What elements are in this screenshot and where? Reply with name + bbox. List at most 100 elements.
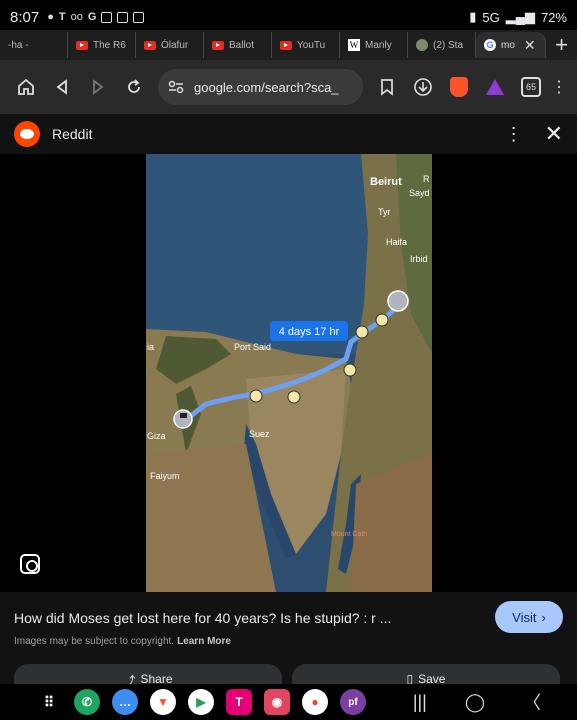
rewards-triangle-icon: [486, 79, 504, 95]
map-image[interactable]: 4 days 17 hr Beirut Sayd Tyr Haifa Irbid…: [146, 154, 432, 592]
network-type: 5G: [482, 9, 500, 25]
label-tyr: Tyr: [378, 207, 391, 217]
label-suez: Suez: [249, 429, 270, 439]
tab-close-icon[interactable]: ✕: [524, 37, 536, 54]
reload-button[interactable]: [116, 69, 152, 105]
browser-toolbar: google.com/search?sca_ 65 ⋮: [0, 60, 577, 114]
tmobile-app-icon[interactable]: T: [226, 689, 252, 715]
tab-switcher-button[interactable]: 65: [513, 69, 549, 105]
voicemail-icon: oo: [70, 11, 83, 23]
google-notify-icon: G: [87, 11, 97, 23]
forward-icon: [93, 79, 104, 95]
tab-label: YouTu: [297, 39, 326, 51]
status-right: ▮ 5G ▂▄▆ 72%: [469, 9, 567, 25]
messages-app-icon[interactable]: …: [112, 689, 138, 715]
download-icon: [414, 78, 432, 96]
pf-app-icon[interactable]: pf: [340, 689, 366, 715]
news-icon: [117, 11, 129, 23]
result-info-panel: How did Moses get lost here for 40 years…: [0, 592, 577, 692]
camera-app-icon[interactable]: ◉: [264, 689, 290, 715]
google-icon: G: [484, 39, 496, 51]
back-icon: [56, 79, 67, 95]
android-nav-bar: ⠿ ✆ … ▼ ▶ T ◉ ● pf ||| ◯ 〈: [0, 684, 577, 720]
site-settings-icon[interactable]: [168, 80, 184, 94]
bookmark-button[interactable]: [369, 69, 405, 105]
tab-0[interactable]: -ha -: [0, 32, 68, 58]
home-button[interactable]: [8, 69, 44, 105]
new-tab-button[interactable]: +: [546, 32, 577, 58]
tab-label: Ólafur: [161, 39, 189, 51]
label-r: R: [423, 174, 430, 184]
learn-more-link[interactable]: Learn More: [177, 636, 231, 647]
more-options-icon[interactable]: ⋮: [505, 124, 523, 145]
label-haifa: Haifa: [386, 237, 407, 247]
wikipedia-icon: W: [348, 39, 360, 51]
label-ia: ia: [147, 342, 154, 352]
download-button[interactable]: [405, 69, 441, 105]
copyright-text: Images may be subject to copyright.: [14, 636, 175, 647]
app-drawer-icon[interactable]: ⠿: [36, 689, 62, 715]
tab-6[interactable]: (2) Sta: [408, 32, 476, 58]
back-button[interactable]: [44, 69, 80, 105]
brave-app-icon[interactable]: ▼: [150, 689, 176, 715]
address-bar[interactable]: google.com/search?sca_: [158, 69, 363, 105]
tab-count: 65: [521, 77, 541, 97]
location-icon: ●: [47, 11, 54, 23]
tab-label: Manly: [365, 39, 392, 51]
brave-rewards-button[interactable]: [477, 69, 513, 105]
label-beirut: Beirut: [370, 176, 402, 188]
tab-label: (2) Sta: [433, 39, 464, 51]
chevron-right-icon: ›: [541, 609, 546, 625]
globe-icon: [416, 39, 428, 51]
tmobile-icon: T: [58, 11, 66, 23]
reload-icon: [128, 79, 140, 93]
visit-label: Visit: [512, 609, 537, 625]
image-source-header: Reddit ⋮ ✕: [0, 114, 577, 154]
bookmark-icon: [381, 79, 393, 96]
tab-label: Ballot: [229, 39, 255, 51]
image-viewer[interactable]: 4 days 17 hr Beirut Sayd Tyr Haifa Irbid…: [0, 154, 577, 592]
tab-active[interactable]: Gmo ✕: [476, 32, 546, 58]
battery-saver-icon: ▮: [469, 9, 477, 24]
tab-2[interactable]: Ólafur: [136, 32, 204, 58]
google-lens-icon[interactable]: [20, 554, 40, 574]
copyright-notice: Images may be subject to copyright. Learn…: [14, 636, 231, 647]
recents-icon[interactable]: |||: [413, 692, 427, 713]
signal-icon: ▂▄▆: [505, 9, 535, 24]
visit-button[interactable]: Visit ›: [495, 601, 563, 633]
youtube-icon: [144, 40, 156, 50]
tab-strip: -ha - The R6 Ólafur Ballot YouTu W Manly …: [0, 30, 577, 60]
label-faiyum: Faiyum: [150, 471, 180, 481]
brave-lion-icon: [450, 77, 468, 97]
forward-button[interactable]: [80, 69, 116, 105]
tab-label: -ha -: [8, 39, 29, 51]
tab-5[interactable]: W Manly: [340, 32, 408, 58]
label-sayd: Sayd: [409, 188, 430, 198]
result-caption[interactable]: How did Moses get lost here for 40 years…: [14, 610, 454, 626]
tab-1[interactable]: The R6: [68, 32, 136, 58]
status-bar: 8:07 ● T oo G ▮ 5G ▂▄▆ 72%: [0, 0, 577, 34]
tab-4[interactable]: YouTu: [272, 32, 340, 58]
maps-app-icon[interactable]: ●: [302, 689, 328, 715]
menu-button[interactable]: ⋮: [549, 69, 569, 105]
brave-shields-button[interactable]: [441, 69, 477, 105]
label-port-said: Port Said: [234, 342, 271, 352]
url-text[interactable]: google.com/search?sca_: [194, 80, 353, 95]
close-icon[interactable]: ✕: [545, 121, 563, 147]
tab-3[interactable]: Ballot: [204, 32, 272, 58]
home-nav-icon[interactable]: ◯: [465, 692, 485, 713]
battery-level: 72%: [540, 9, 567, 25]
label-irbid: Irbid: [410, 254, 428, 264]
label-giza: Giza: [147, 431, 166, 441]
home-icon: [18, 78, 34, 95]
youtube-icon: [212, 40, 224, 50]
youtube-icon: [280, 40, 292, 50]
back-nav-icon[interactable]: 〈: [523, 689, 541, 715]
source-name: Reddit: [52, 126, 93, 142]
reddit-logo-icon: [14, 121, 40, 147]
calendar-icon: [133, 11, 145, 23]
play-store-icon[interactable]: ▶: [188, 689, 214, 715]
route-duration-label: 4 days 17 hr: [279, 326, 340, 338]
phone-app-icon[interactable]: ✆: [74, 689, 100, 715]
tab-label: The R6: [93, 39, 126, 51]
